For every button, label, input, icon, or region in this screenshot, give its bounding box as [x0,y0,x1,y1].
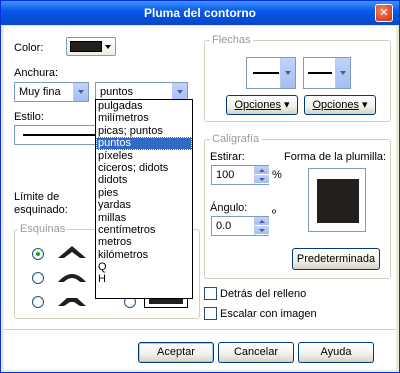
angle-spinner[interactable] [254,217,269,235]
unit-option[interactable]: milímetros [96,112,192,124]
behind-fill-checkbox[interactable] [204,287,217,300]
end-arrow-select[interactable] [303,57,351,89]
unit-option[interactable]: metros [96,236,192,248]
width-select[interactable]: Muy fina [14,82,89,102]
stretch-value: 100 [216,169,235,181]
color-picker-button[interactable] [66,37,116,56]
accept-label: Aceptar [157,346,195,358]
units-dropdown-list[interactable]: pulgadas milímetros picas; puntos puntos píx… [95,99,193,299]
unit-option[interactable]: Q [96,261,192,273]
arrows-title: Flechas [210,34,253,46]
behind-fill-label: Detrás del relleno [220,288,307,300]
scale-with-image-label: Escalar con imagen [220,308,317,320]
stretch-input[interactable]: 100 [211,165,269,185]
divider [4,329,396,330]
stretch-label: Estirar: [210,151,245,163]
nib-shape-preview[interactable] [308,168,366,232]
unit-option[interactable]: centímetros [96,224,192,236]
miter-limit-label: Límite de esquinado: [14,191,74,217]
outline-pen-dialog: Pluma del contorno ✕ Color: Anchura: Muy… [0,0,400,373]
default-nib-button[interactable]: Predeterminada [292,248,380,270]
chevron-down-icon[interactable] [73,83,88,101]
corner-round-radio[interactable] [32,272,44,284]
angle-input[interactable]: 0.0 [211,216,269,236]
dialog-body: Color: Anchura: Muy fina puntos Estilo: … [4,26,396,370]
stretch-unit: % [272,169,282,181]
width-value: Muy fina [19,86,61,98]
start-arrow-options-button[interactable]: Opciones ▾ [226,95,298,115]
chevron-down-icon[interactable] [335,58,350,88]
unit-option[interactable]: píxeles [96,150,192,162]
unit-option[interactable]: pies [96,187,192,199]
title-bar[interactable]: Pluma del contorno ✕ [1,1,399,25]
unit-option[interactable]: yardas [96,199,192,211]
angle-label: Ángulo: [210,202,248,214]
color-swatch [70,41,102,52]
help-label: Ayuda [320,346,352,358]
accept-button[interactable]: Aceptar [138,342,214,363]
cancel-label: Cancelar [233,346,279,358]
chevron-down-icon [105,45,111,49]
end-arrow-options-button[interactable]: Opciones ▾ [304,95,376,115]
unit-option[interactable]: H [96,273,192,285]
miter-limit-text: Límite de esquinado: [14,191,68,216]
corner-preview-icons [58,246,86,306]
nib-shape-label: Forma de la plumilla: [284,151,387,163]
corner-bevel-icon [58,298,86,306]
close-icon[interactable]: ✕ [375,4,393,22]
corner-miter-icon [58,246,86,258]
stretch-spinner[interactable] [254,166,269,184]
help-button[interactable]: Ayuda [298,342,374,363]
cancel-button[interactable]: Cancelar [218,342,294,363]
style-label: Estilo: [14,111,44,123]
options-right-label: Opciones [312,99,359,111]
dialog-title: Pluma del contorno [143,6,256,20]
width-label: Anchura: [14,67,59,79]
nib-shape-square [317,179,359,223]
unit-option[interactable]: didots [96,174,192,186]
line-style-preview [23,134,103,136]
angle-unit: º [272,208,277,220]
unit-option[interactable]: ciceros; didots [96,162,192,174]
corner-bevel-radio[interactable] [32,296,44,308]
angle-value: 0.0 [216,220,232,232]
corner-miter-radio[interactable] [32,248,44,260]
start-arrow-select[interactable] [246,57,296,89]
unit-option[interactable]: puntos [96,137,192,150]
corner-round-icon [58,274,86,282]
default-nib-label: Predeterminada [296,253,376,265]
options-left-label: Opciones [234,99,281,111]
corners-title: Esquinas [18,223,68,235]
scale-with-image-checkbox[interactable] [204,307,217,320]
color-label: Color: [14,42,44,54]
unit-option[interactable]: kilómetros [96,249,192,261]
unit-option[interactable]: pulgadas [96,100,192,112]
calligraphy-title: Caligrafía [210,133,262,145]
unit-option[interactable]: millas [96,212,192,224]
unit-option[interactable]: picas; puntos [96,125,192,137]
unit-value: puntos [100,86,134,98]
style-select[interactable] [14,125,104,145]
chevron-down-icon[interactable] [280,58,295,88]
